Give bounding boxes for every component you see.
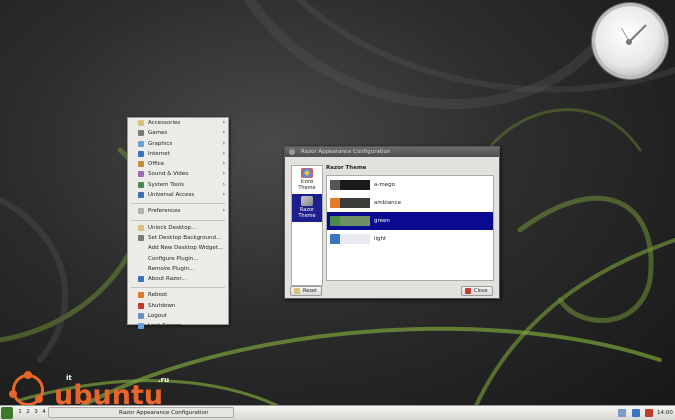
logo-dot — [9, 390, 17, 398]
theme-row-light[interactable]: light — [327, 230, 493, 248]
watermark-suffix: .ru — [158, 376, 170, 384]
universal-access-icon — [138, 192, 144, 199]
razor-theme-icon — [330, 216, 340, 226]
ubuntu-logo-icon — [9, 371, 44, 406]
menu-item-universal-access[interactable]: Universal Access › — [128, 190, 228, 200]
theme-name: green — [374, 218, 390, 224]
unlock-icon — [138, 224, 144, 231]
menu-item-unlock-desktop[interactable]: Unlock Desktop... — [128, 223, 228, 233]
submenu-arrow-icon: › — [222, 129, 225, 137]
reset-icon — [294, 288, 300, 294]
desktop-switch-1[interactable]: 1 — [16, 408, 24, 417]
display-icon[interactable] — [632, 409, 640, 417]
menu-item-reboot[interactable]: Reboot — [128, 290, 228, 300]
network-icon[interactable] — [618, 409, 626, 417]
theme-name: light — [374, 236, 387, 242]
system-tools-icon — [138, 181, 144, 188]
office-icon — [138, 161, 144, 168]
theme-name: ambiance — [374, 200, 402, 206]
menu-item-games[interactable]: Games › — [128, 128, 228, 138]
panel-clock: 14:00 — [657, 410, 673, 416]
menu-item-graphics[interactable]: Graphics › — [128, 139, 228, 149]
clock-center — [626, 39, 632, 45]
submenu-arrow-icon: › — [222, 191, 225, 199]
razor-theme-icon — [330, 180, 340, 190]
logout-icon — [138, 313, 144, 320]
theme-panel: Razor Theme a-mego ambiance green light — [326, 165, 494, 281]
icons-theme-icon — [301, 168, 313, 178]
theme-row-ambiance[interactable]: ambiance — [327, 194, 493, 212]
theme-preview — [340, 198, 370, 208]
shutdown-icon — [138, 302, 144, 309]
theme-row-a-mego[interactable]: a-mego — [327, 176, 493, 194]
close-icon — [465, 288, 471, 294]
menu-item-office[interactable]: Office › — [128, 159, 228, 169]
preferences-icon — [138, 208, 144, 215]
menu-item-lock-screen[interactable]: Lock Screen — [128, 321, 228, 331]
start-menu-button[interactable] — [1, 407, 13, 419]
menu-item-sound-video[interactable]: Sound & Video › — [128, 169, 228, 179]
reboot-icon — [138, 292, 144, 299]
close-button[interactable]: Close — [461, 286, 493, 296]
submenu-arrow-icon: › — [222, 170, 225, 178]
sound-video-icon — [138, 171, 144, 178]
category-razor-theme[interactable]: Razor Theme — [292, 194, 322, 222]
menu-item-logout[interactable]: Logout — [128, 311, 228, 321]
bottom-panel: 1 2 3 4 Razor Appearance Configuration 1… — [0, 405, 675, 420]
theme-preview — [340, 180, 370, 190]
accessories-icon — [138, 120, 144, 126]
section-header: Razor Theme — [326, 165, 367, 171]
desktop-switch-3[interactable]: 3 — [32, 408, 40, 417]
theme-name: a-mego — [374, 182, 395, 188]
menu-item-system-tools[interactable]: System Tools › — [128, 180, 228, 190]
logo-dot — [24, 371, 32, 379]
theme-preview — [340, 216, 370, 226]
theme-row-green[interactable]: green — [327, 212, 493, 230]
menu-item-shutdown[interactable]: Shutdown — [128, 301, 228, 311]
menu-separator — [131, 217, 225, 221]
volume-icon[interactable] — [645, 409, 653, 417]
logo-dot — [35, 395, 43, 403]
category-list: Icons Theme Razor Theme — [291, 165, 323, 286]
desktop-switch-2[interactable]: 2 — [24, 408, 32, 417]
desktop-switch-4[interactable]: 4 — [40, 408, 48, 417]
menu-item-preferences[interactable]: Preferences › — [128, 206, 228, 216]
graphics-icon — [138, 140, 144, 147]
appearance-dialog: Razor Appearance Configuration Icons The… — [284, 146, 500, 299]
theme-preview — [340, 234, 370, 244]
razor-theme-icon — [301, 196, 313, 206]
clock-widget[interactable] — [595, 6, 665, 76]
razor-theme-icon — [330, 198, 340, 208]
games-icon — [138, 130, 144, 137]
submenu-arrow-icon: › — [222, 149, 225, 157]
background-icon — [138, 234, 144, 241]
submenu-arrow-icon: › — [222, 180, 225, 188]
theme-list: a-mego ambiance green light — [326, 175, 494, 281]
razor-theme-icon — [330, 234, 340, 244]
submenu-arrow-icon: › — [222, 139, 225, 147]
menu-item-add-desktop-widget[interactable]: Add New Desktop Widget... — [128, 243, 228, 253]
menu-item-accessories[interactable]: Accessories › — [128, 118, 228, 128]
internet-icon — [138, 150, 144, 157]
submenu-arrow-icon: › — [222, 160, 225, 168]
menu-separator — [131, 200, 225, 205]
menu-item-about-razor[interactable]: About Razor... — [128, 274, 228, 284]
start-menu: Accessories › Games › Graphics › Internet › … — [127, 117, 229, 330]
reset-button[interactable]: Reset — [290, 286, 322, 296]
menu-item-internet[interactable]: Internet › — [128, 149, 228, 159]
submenu-arrow-icon: › — [222, 119, 225, 126]
dialog-title: Razor Appearance Configuration — [301, 149, 391, 155]
menu-item-configure-plugin[interactable]: Configure Plugin... — [128, 254, 228, 264]
submenu-arrow-icon: › — [222, 207, 225, 215]
about-icon — [138, 276, 144, 283]
category-icons-theme[interactable]: Icons Theme — [292, 166, 322, 194]
menu-item-remove-plugin[interactable]: Remove Plugin... — [128, 264, 228, 274]
dialog-titlebar[interactable]: Razor Appearance Configuration — [285, 147, 499, 157]
taskbar-button-appearance[interactable]: Razor Appearance Configuration — [48, 407, 234, 418]
window-menu-icon[interactable] — [289, 149, 295, 155]
menu-item-set-desktop-background[interactable]: Set Desktop Background... — [128, 233, 228, 243]
menu-separator — [131, 284, 225, 289]
lock-screen-icon — [138, 323, 144, 330]
